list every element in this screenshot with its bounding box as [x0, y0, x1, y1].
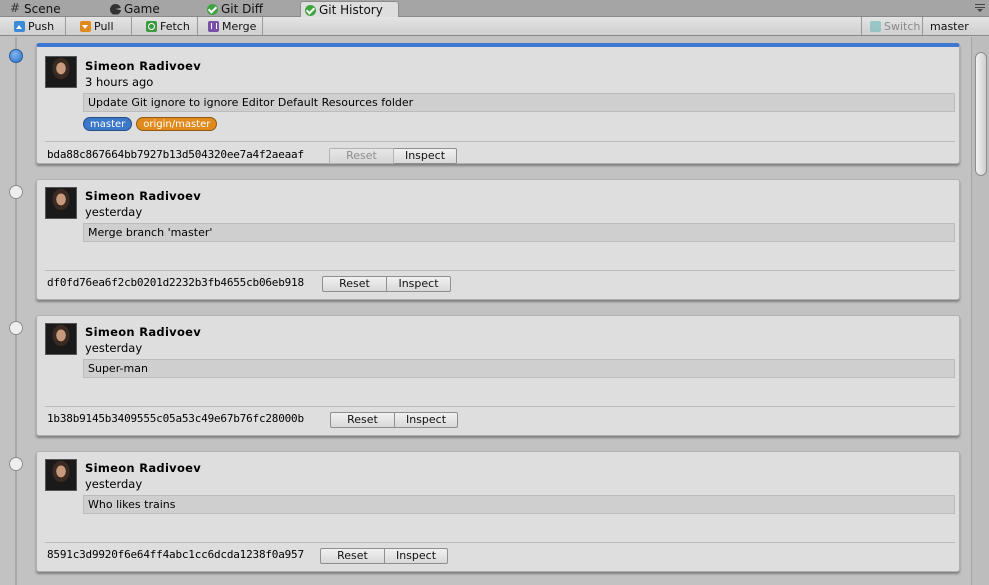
- inspect-button[interactable]: Inspect: [395, 412, 458, 428]
- commit-message: Merge branch 'master': [83, 223, 955, 242]
- fetch-icon: [146, 20, 157, 32]
- push-button[interactable]: Push: [0, 17, 66, 35]
- timeline-node[interactable]: [9, 321, 23, 335]
- tab-scene[interactable]: Scene: [6, 1, 61, 17]
- reset-button[interactable]: Reset: [330, 412, 395, 428]
- commit-hash: 1b38b9145b3409555c05a53c49e67b76fc28000b: [47, 412, 304, 425]
- commit-hash: df0fd76ea6f2cb0201d2232b3fb4655cb06eb918: [47, 276, 304, 289]
- push-label: Push: [28, 19, 55, 33]
- timeline-node-current[interactable]: [9, 49, 23, 63]
- inspect-button[interactable]: Inspect: [385, 548, 448, 564]
- check-icon: [207, 3, 218, 15]
- switch-icon: [870, 20, 881, 32]
- fetch-button[interactable]: Fetch: [132, 17, 198, 35]
- tag-master: master: [83, 117, 133, 131]
- timeline-node[interactable]: [9, 457, 23, 471]
- commit-hash: bda88c867664bb7927b13d504320ee7a4f2aeaaf: [47, 148, 304, 161]
- check-icon: [305, 4, 316, 16]
- divider: [45, 270, 955, 271]
- commit-message: Super-man: [83, 359, 955, 378]
- inspect-button[interactable]: Inspect: [387, 276, 451, 292]
- fetch-label: Fetch: [160, 19, 190, 33]
- tab-menu-icon[interactable]: [975, 4, 987, 14]
- commit-time: 3 hours ago: [85, 75, 154, 89]
- switch-button[interactable]: Switch: [861, 17, 923, 35]
- tab-git-history[interactable]: Git History: [300, 1, 399, 18]
- commit-time: yesterday: [85, 341, 143, 355]
- pacman-icon: [110, 3, 121, 15]
- avatar: [45, 56, 77, 88]
- avatar: [45, 187, 77, 219]
- divider: [45, 406, 955, 407]
- branch-tags: master origin/master: [83, 117, 218, 131]
- merge-label: Merge: [222, 19, 257, 33]
- tab-bar: Scene Game Git Diff Git History: [0, 0, 989, 18]
- timeline-node[interactable]: [9, 185, 23, 199]
- pull-icon: [80, 20, 91, 32]
- vertical-scrollbar[interactable]: [971, 37, 989, 585]
- commit-card-selected[interactable]: Simeon Radivoev 3 hours ago Update Git i…: [36, 43, 960, 164]
- tab-git-diff[interactable]: Git Diff: [203, 1, 263, 17]
- commit-card[interactable]: Simeon Radivoev yesterday Who likes trai…: [36, 451, 960, 572]
- pull-button[interactable]: Pull: [66, 17, 132, 35]
- branch-select[interactable]: master: [924, 17, 989, 35]
- commit-author: Simeon Radivoev: [85, 59, 202, 73]
- commit-message: Update Git ignore to ignore Editor Defau…: [83, 93, 955, 112]
- inspect-button[interactable]: Inspect: [394, 148, 457, 164]
- commit-card[interactable]: Simeon Radivoev yesterday Super-man 1b38…: [36, 315, 960, 436]
- switch-label: Switch: [884, 19, 921, 33]
- commit-author: Simeon Radivoev: [85, 325, 202, 339]
- branch-value: master: [930, 19, 969, 33]
- reset-button[interactable]: Reset: [329, 148, 394, 164]
- commit-card[interactable]: Simeon Radivoev yesterday Merge branch '…: [36, 179, 960, 300]
- avatar: [45, 323, 77, 355]
- reset-button[interactable]: Reset: [320, 548, 385, 564]
- commit-time: yesterday: [85, 477, 143, 491]
- commit-hash: 8591c3d9920f6e64ff4abc1cc6dcda1238f0a957: [47, 548, 304, 561]
- commit-time: yesterday: [85, 205, 143, 219]
- tab-label: Git Diff: [221, 1, 263, 16]
- commit-author: Simeon Radivoev: [85, 189, 202, 203]
- tab-label: Scene: [24, 1, 61, 16]
- timeline-line: [15, 37, 17, 585]
- avatar: [45, 459, 77, 491]
- history-list: Simeon Radivoev 3 hours ago Update Git i…: [0, 37, 971, 585]
- commit-message: Who likes trains: [83, 495, 955, 514]
- tab-label: Git History: [319, 2, 383, 17]
- toolbar: Push Pull Fetch Merge Switch master: [0, 17, 989, 36]
- push-icon: [14, 20, 25, 32]
- tag-origin-master: origin/master: [136, 117, 218, 131]
- reset-button[interactable]: Reset: [322, 276, 387, 292]
- divider: [45, 542, 955, 543]
- tab-label: Game: [124, 1, 160, 16]
- commit-author: Simeon Radivoev: [85, 461, 202, 475]
- pull-label: Pull: [94, 19, 114, 33]
- scrollbar-thumb[interactable]: [975, 52, 987, 176]
- merge-icon: [208, 20, 219, 32]
- divider: [45, 141, 955, 142]
- merge-button[interactable]: Merge: [198, 17, 263, 35]
- tab-game[interactable]: Game: [106, 1, 160, 17]
- hash-icon: [10, 1, 21, 16]
